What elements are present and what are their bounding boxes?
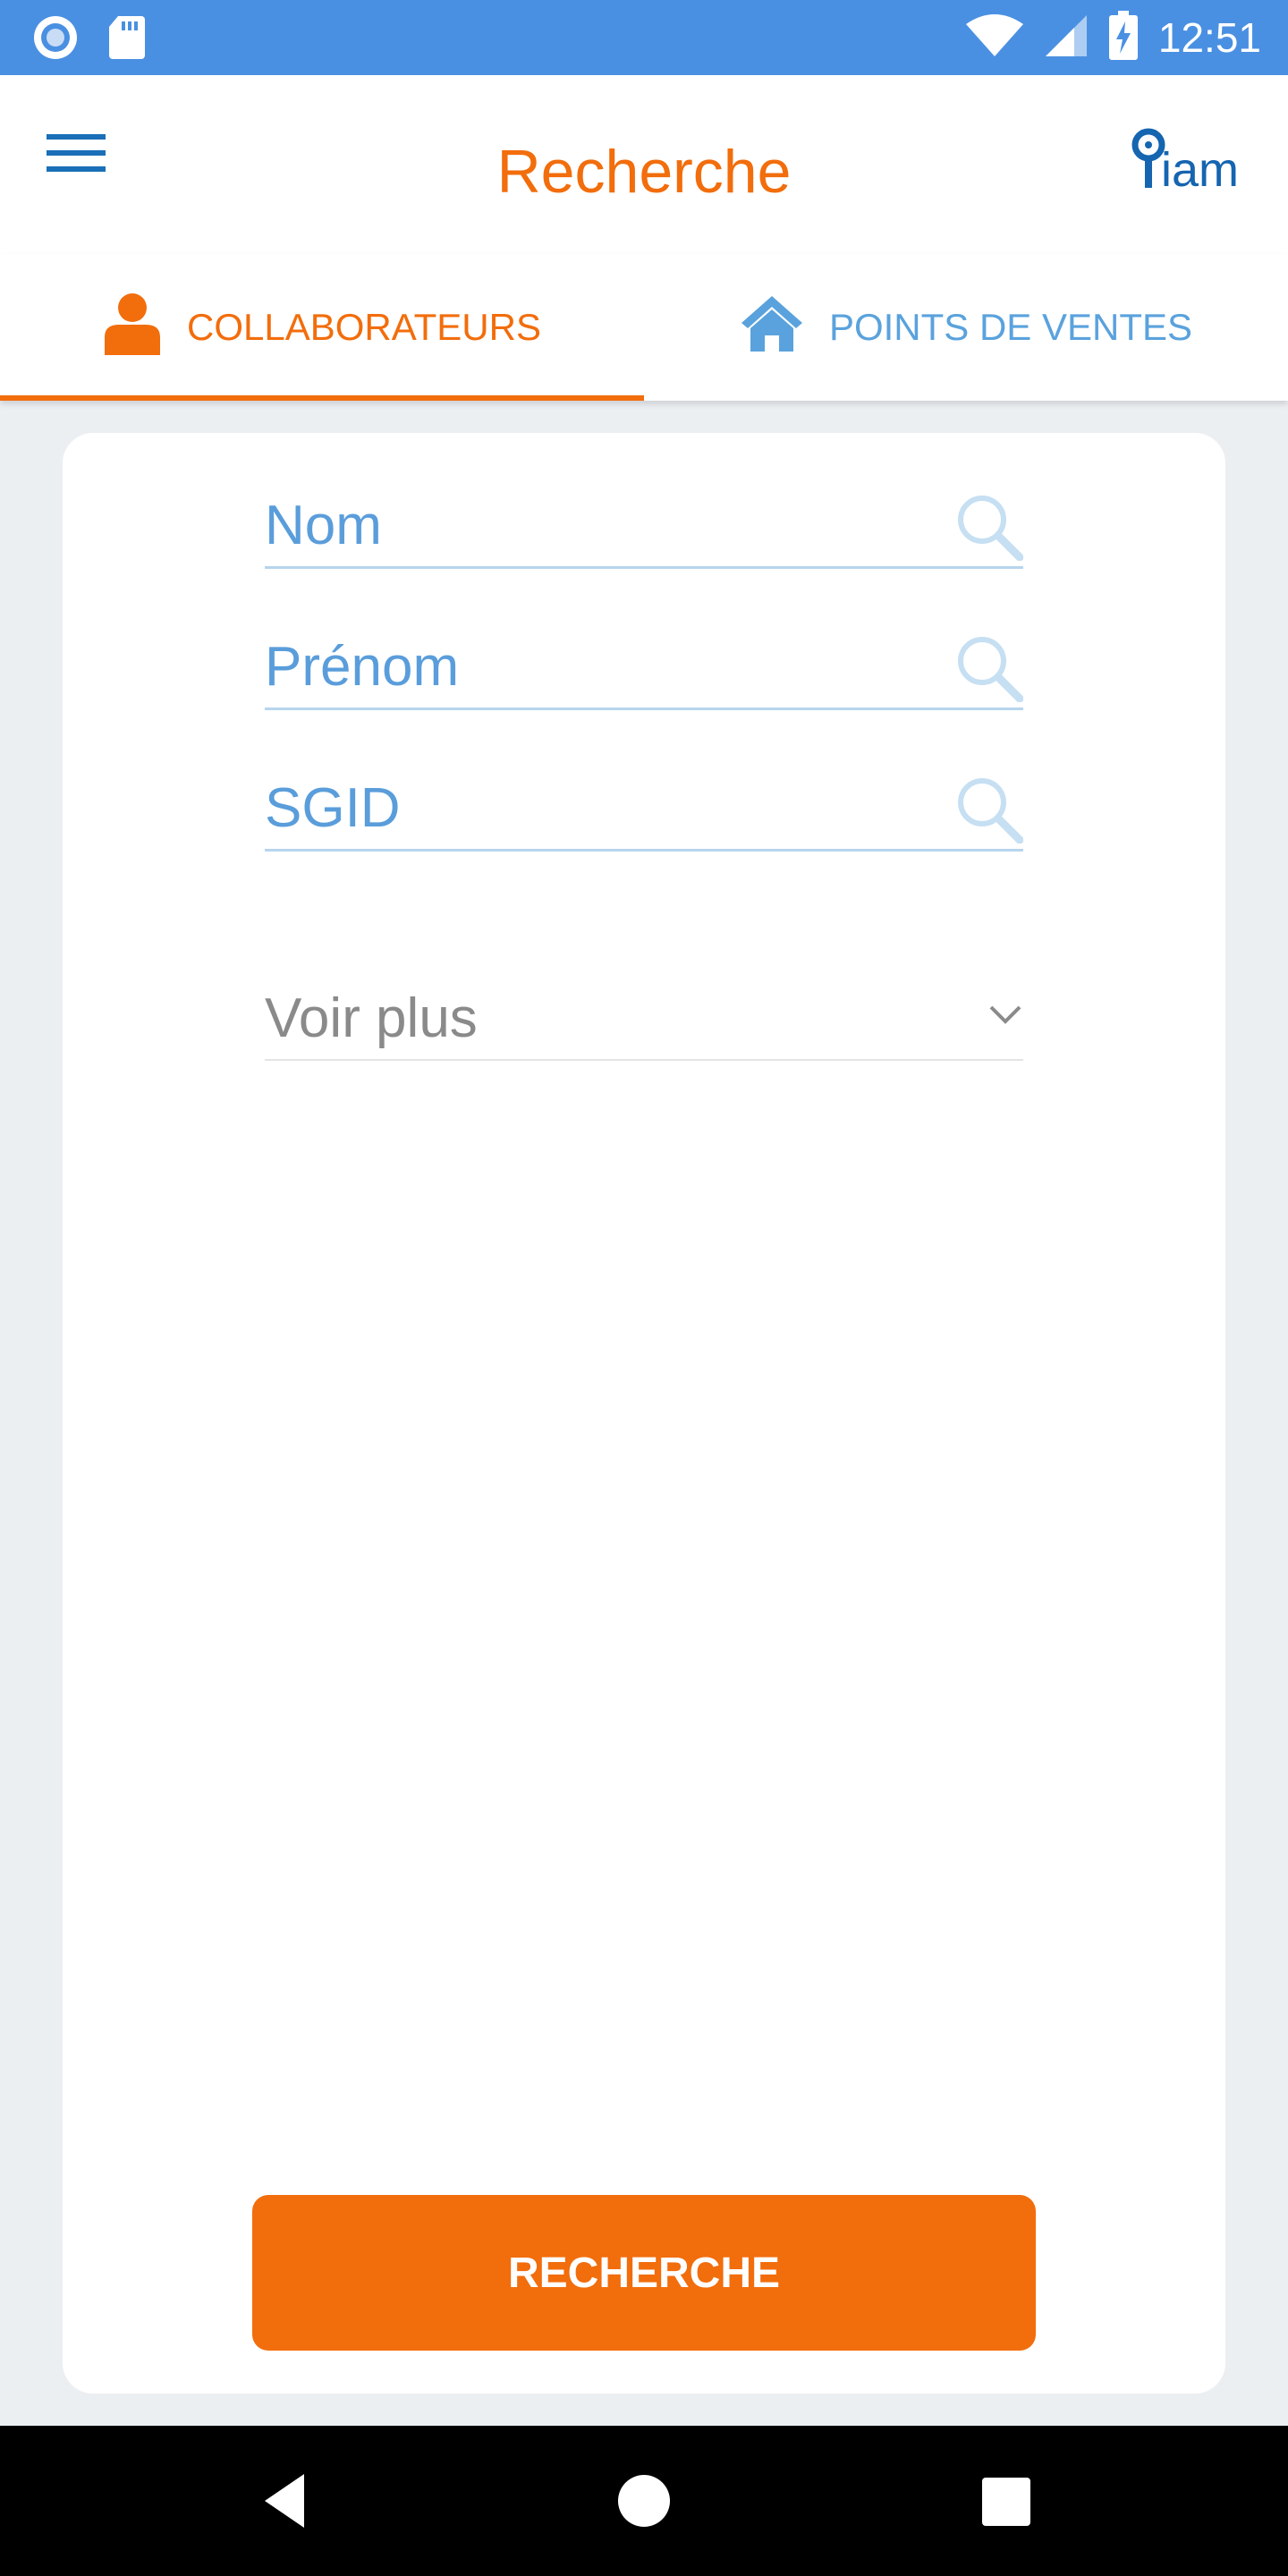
person-icon [103, 291, 162, 364]
menu-button[interactable] [47, 131, 132, 202]
nom-placeholder: Nom [265, 495, 382, 556]
back-triangle-icon[interactable] [258, 2465, 329, 2537]
sgid-placeholder: SGID [265, 777, 401, 839]
wifi-icon [965, 13, 1024, 63]
home-circle-icon[interactable] [608, 2465, 680, 2537]
notification-circle-icon [32, 14, 79, 65]
home-icon [740, 294, 804, 360]
search-icon[interactable] [953, 632, 1024, 703]
iam-logo: iam [1127, 125, 1261, 202]
status-time: 12:51 [1157, 14, 1261, 61]
tab-points-de-ventes-label: POINTS DE VENTES [828, 306, 1193, 348]
logo-text: iam [1161, 143, 1239, 197]
search-form-card: Nom Prénom SGID Voir plus RECHERCHE [63, 433, 1225, 2394]
voir-plus-dropdown[interactable]: Voir plus [265, 962, 1023, 1061]
recherche-button[interactable]: RECHERCHE [252, 2195, 1036, 2351]
prenom-field[interactable]: Prénom [265, 612, 1024, 710]
sd-card-icon [107, 14, 147, 65]
prenom-placeholder: Prénom [265, 636, 460, 698]
tab-collaborateurs[interactable]: COLLABORATEURS [0, 254, 644, 401]
voir-plus-label: Voir plus [265, 987, 478, 1049]
hamburger-menu-icon [47, 134, 106, 172]
search-icon[interactable] [953, 774, 1024, 844]
recents-square-icon[interactable] [970, 2465, 1041, 2537]
active-tab-indicator [0, 395, 644, 401]
system-nav-bar [0, 2426, 1288, 2576]
nom-field[interactable]: Nom [265, 470, 1024, 569]
status-bar: 12:51 [0, 0, 1288, 75]
tab-collaborateurs-label: COLLABORATEURS [187, 306, 541, 348]
battery-charging-icon [1108, 10, 1139, 65]
sgid-field[interactable]: SGID [265, 753, 1024, 852]
app-bar: Recherche iam [0, 75, 1288, 254]
app-screen: 12:51 Recherche iam COLLABORATEURS POINT… [0, 0, 1288, 2576]
tab-points-de-ventes[interactable]: POINTS DE VENTES [644, 254, 1288, 401]
cell-signal-icon [1044, 13, 1089, 63]
search-icon[interactable] [953, 491, 1024, 562]
page-title: Recherche [496, 138, 792, 206]
chevron-down-icon [987, 1004, 1023, 1027]
tab-bar: COLLABORATEURS POINTS DE VENTES [0, 254, 1288, 401]
